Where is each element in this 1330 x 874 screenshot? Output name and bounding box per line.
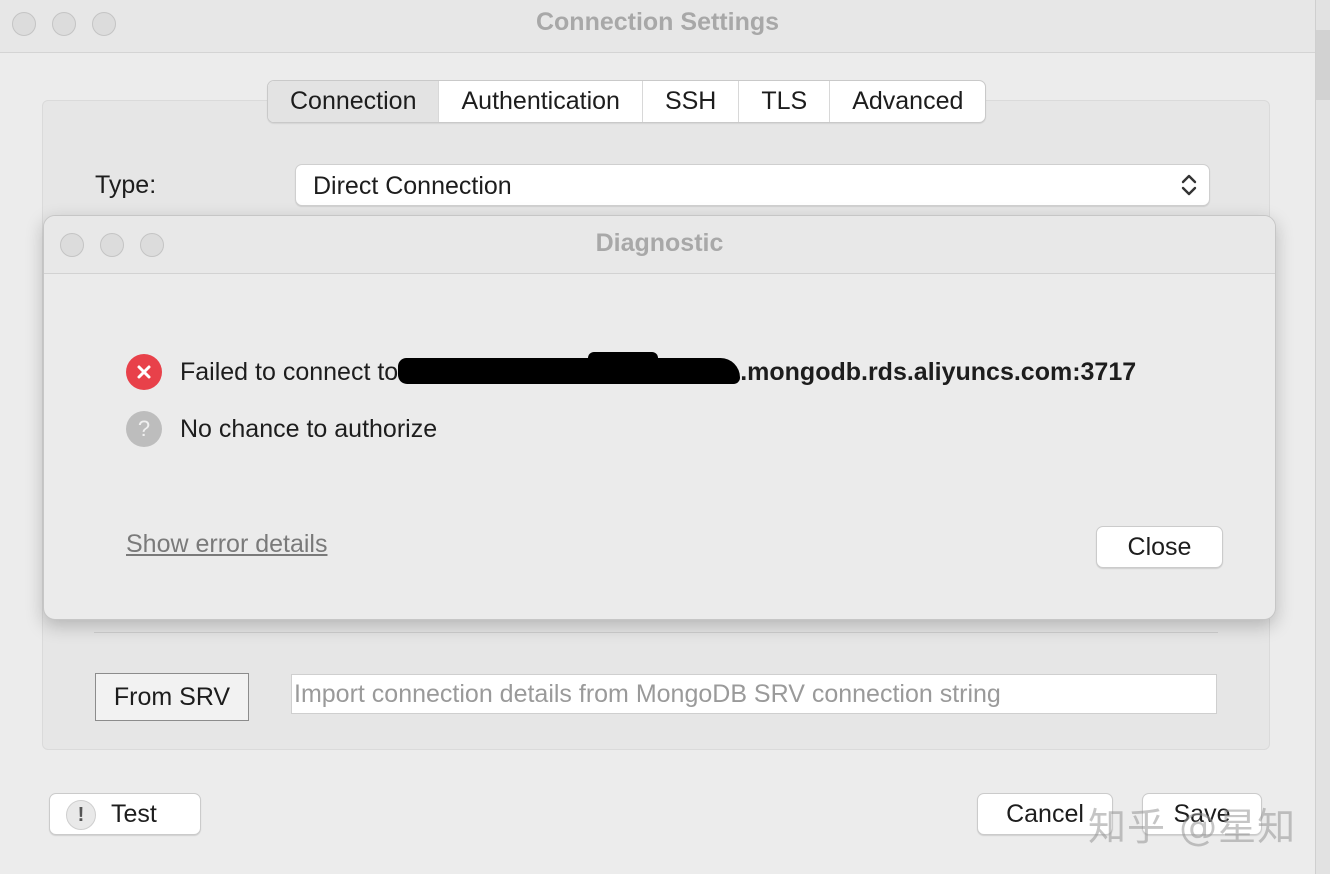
connection-status-message: Failed to connect to .mongodb.rds.aliyunc… <box>180 351 1137 387</box>
close-button[interactable]: Close <box>1096 526 1223 568</box>
tab-authentication[interactable]: Authentication <box>439 81 643 122</box>
auth-status-row: ? No chance to authorize <box>126 411 437 447</box>
auth-status-message: No chance to authorize <box>180 414 438 443</box>
connection-status-prefix: Failed to connect to <box>180 357 399 386</box>
connection-status-row: Failed to connect to .mongodb.rds.aliyunc… <box>126 351 1137 390</box>
settings-tabs: Connection Authentication SSH TLS Advanc… <box>267 80 987 123</box>
test-button[interactable]: ! Test <box>49 793 201 835</box>
connection-type-select[interactable]: Direct Connection <box>295 164 1210 206</box>
tab-advanced[interactable]: Advanced <box>830 81 985 122</box>
tab-connection[interactable]: Connection <box>268 81 440 122</box>
watermark: 知乎 @星知 <box>1088 805 1297 849</box>
desktop-edge <box>1316 0 1330 874</box>
diagnostic-dialog: Diagnostic Failed to connect to .mongodb.… <box>43 215 1276 620</box>
window-titlebar: Connection Settings <box>0 0 1315 53</box>
type-label: Type: <box>95 171 157 199</box>
dialog-titlebar: Diagnostic <box>44 216 1275 274</box>
error-icon <box>126 354 162 390</box>
chevron-up-down-icon <box>1181 174 1197 196</box>
connection-type-value: Direct Connection <box>313 172 512 200</box>
section-divider <box>94 632 1218 633</box>
test-button-label: Test <box>111 800 157 828</box>
tab-ssh[interactable]: SSH <box>643 81 740 122</box>
tab-tls[interactable]: TLS <box>739 81 831 122</box>
from-srv-button[interactable]: From SRV <box>95 673 249 721</box>
exclamation-icon: ! <box>66 800 96 830</box>
window-title: Connection Settings <box>535 8 780 36</box>
dialog-title: Diagnostic <box>595 229 724 257</box>
redacted-hostname <box>398 351 741 384</box>
show-error-details-link[interactable]: Show error details <box>126 530 327 559</box>
question-icon: ? <box>126 411 162 447</box>
connection-host: .mongodb.rds.aliyuncs.com:3717 <box>740 357 1137 386</box>
srv-connection-string-input[interactable] <box>291 674 1217 714</box>
